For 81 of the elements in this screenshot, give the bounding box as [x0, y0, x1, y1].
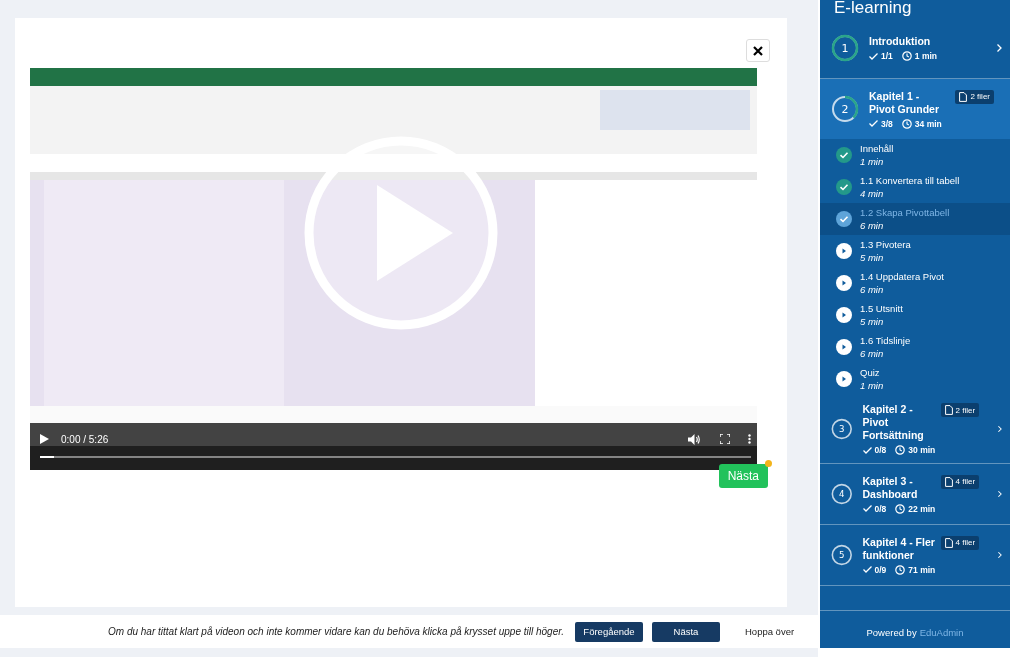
chapter-item[interactable]: 5 Kapitel 4 - Fler funktioner 4 filer 0/9 71 min [820, 525, 1010, 586]
close-icon [753, 45, 763, 56]
chapter-item[interactable]: 4 Kapitel 3 - Dashboard 4 filer 0/8 22 min [820, 464, 1010, 525]
document-icon [944, 537, 953, 548]
lesson-duration: 6 min [860, 219, 885, 232]
clock-icon [895, 445, 906, 455]
lesson-item[interactable]: 1.2 Skapa Pivottabell 6 min [820, 203, 1010, 235]
chevron-icon [998, 551, 1002, 559]
progress-ring: 1 [830, 33, 860, 63]
lesson-item[interactable]: Quiz 1 min [820, 363, 1010, 395]
play-icon[interactable] [40, 434, 49, 444]
progress-count: 0/8 [874, 503, 887, 514]
lesson-duration: 5 min [860, 251, 885, 264]
lesson-item[interactable]: 1.4 Uppdatera Pivot 6 min [820, 267, 1010, 299]
more-icon[interactable] [748, 434, 751, 444]
duration: 34 min [914, 118, 942, 129]
lesson-title: 1.3 Pivotera [860, 238, 911, 251]
chevron-icon [998, 425, 1002, 433]
check-icon [869, 52, 878, 60]
chevron-icon [998, 490, 1002, 498]
lesson-duration: 1 min [860, 379, 884, 392]
clock-icon [901, 118, 912, 129]
duration: 1 min [914, 51, 938, 61]
lesson-title: Quiz [860, 366, 881, 379]
progress-ring: 2 [830, 94, 860, 124]
powered-by-text: Powered by [866, 627, 917, 638]
chapter-title: Kapitel 3 - Dashboard [862, 474, 919, 501]
lesson-item[interactable]: 1.3 Pivotera 5 min [820, 235, 1010, 267]
progress-count: 3/8 [881, 118, 893, 129]
lesson-item[interactable]: 1.6 Tidslinje 6 min [820, 331, 1010, 363]
video-time: 0:00 / 5:26 [61, 433, 109, 445]
check-icon [862, 446, 872, 454]
lesson-duration: 6 min [860, 347, 885, 360]
video-player[interactable]: 0:00 / 5:26 [30, 68, 757, 470]
check-icon [869, 120, 878, 127]
chapter-title: Introduktion [869, 35, 932, 48]
chapter-item[interactable]: 2 Kapitel 1 - Pivot Grunder 2 filer 3/8 34 min [820, 79, 1010, 139]
lesson-title: 1.4 Uppdatera Pivot [860, 270, 944, 283]
document-icon [959, 91, 968, 102]
chapter-item[interactable]: 3 Kapitel 2 - Pivot Fortsättning 2 filer 0/8 30 min [820, 395, 1010, 464]
chapter-title: Kapitel 1 - Pivot Grunder [869, 89, 940, 116]
lesson-duration: 6 min [860, 283, 885, 296]
hint-text: Om du har tittat klart på videon och inte kommer vidare kan du behöva klicka på krysset uppe till höger. [108, 626, 564, 637]
volume-icon[interactable] [688, 433, 700, 445]
clock-icon [895, 564, 906, 575]
files-badge: 2 filer [940, 403, 980, 417]
check-icon [862, 505, 872, 512]
lesson-duration: 5 min [860, 315, 885, 328]
lesson-item[interactable]: 1.1 Konvertera till tabell 4 min [820, 171, 1010, 203]
chapter-title: Kapitel 4 - Fler funktioner [862, 535, 936, 562]
clock-icon [895, 503, 906, 514]
lesson-title: 1.6 Tidslinje [860, 334, 911, 347]
document-icon [944, 405, 953, 415]
nav-button[interactable]: Nästa [652, 621, 720, 642]
progress-count: 0/8 [874, 445, 887, 455]
check-icon [862, 566, 872, 573]
duration: 71 min [908, 564, 936, 575]
progress-count: 1/1 [881, 51, 893, 61]
files-badge: 2 filer [955, 89, 994, 104]
chevron-icon [997, 44, 1002, 52]
close-button[interactable] [746, 39, 770, 62]
sidebar-title: E-learning [833, 0, 913, 18]
progress-count: 0/9 [874, 564, 887, 575]
files-badge: 4 filer [940, 474, 980, 489]
duration: 30 min [908, 445, 936, 455]
clock-icon [901, 51, 912, 61]
duration: 22 min [908, 503, 936, 514]
skip-link[interactable]: Hoppa över [739, 621, 801, 642]
lesson-title: 1.1 Konvertera till tabell [860, 174, 960, 187]
document-icon [944, 476, 953, 487]
lesson-duration: 4 min [860, 187, 885, 200]
lesson-title: Innehåll [860, 142, 894, 155]
lesson-title: 1.2 Skapa Pivottabell [860, 206, 950, 219]
files-badge: 4 filer [940, 535, 980, 550]
chapter-title: Kapitel 2 - Pivot Fortsättning [862, 403, 925, 442]
nav-button[interactable]: Föregående [575, 621, 643, 642]
lesson-item[interactable]: 1.5 Utsnitt 5 min [820, 299, 1010, 331]
lesson-duration: 1 min [860, 155, 885, 168]
lesson-title: 1.5 Utsnitt [860, 302, 903, 315]
lesson-item[interactable]: Innehåll 1 min [820, 139, 1010, 171]
fullscreen-icon[interactable] [720, 434, 730, 444]
